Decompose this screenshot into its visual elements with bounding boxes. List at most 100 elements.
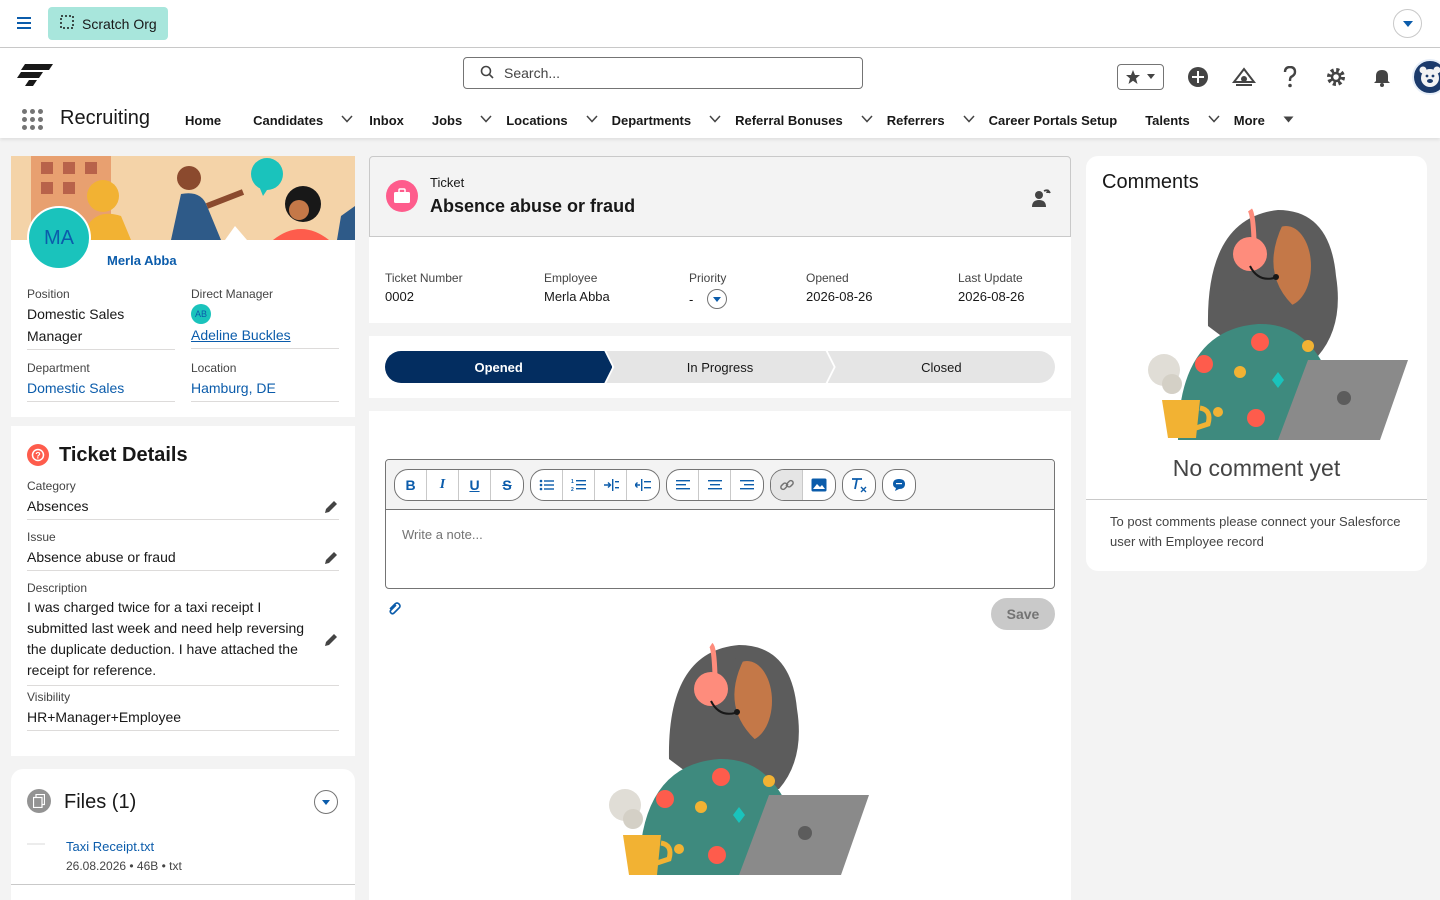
assign-user-icon[interactable] (1030, 187, 1052, 214)
priority-dropdown-button[interactable] (707, 289, 728, 309)
align-center-icon[interactable] (699, 469, 731, 500)
path-step-label: Opened (474, 359, 523, 375)
image-icon[interactable] (803, 470, 835, 500)
ticket-field-text: 2026-08-26 (958, 289, 1025, 304)
menu-icon[interactable] (16, 14, 34, 32)
nav-item-label: More (1233, 112, 1265, 128)
underline-icon[interactable]: U (459, 469, 491, 500)
align-right-icon[interactable] (731, 470, 763, 500)
department-link[interactable]: Domestic Sales (27, 377, 175, 402)
no-comments-illustration (1148, 206, 1410, 445)
location-link[interactable]: Hamburg, DE (191, 377, 339, 402)
nav-items: Home Candidates Inbox Jobs Locations Departme… (185, 102, 1297, 138)
clear-formatting-icon[interactable] (843, 470, 875, 500)
chevron-down-icon[interactable] (339, 114, 355, 126)
chevron-down-icon[interactable] (859, 114, 875, 126)
manager-avatar: AB (191, 304, 211, 324)
attach-icon[interactable] (387, 601, 401, 620)
svg-text:1: 1 (571, 479, 574, 485)
bold-icon[interactable]: B (395, 469, 427, 500)
org-dropdown-button[interactable] (1393, 9, 1422, 38)
chevron-down-icon[interactable] (584, 114, 600, 126)
path-step-in-progress[interactable]: In Progress (606, 351, 833, 383)
files-menu-button[interactable] (314, 790, 338, 814)
manager-link[interactable]: Adeline Buckles (191, 327, 291, 343)
note-input[interactable]: Write a note... (386, 510, 1054, 559)
chevron-down-icon[interactable] (1281, 114, 1297, 126)
chevron-down-icon[interactable] (961, 114, 977, 126)
link-icon[interactable] (771, 469, 803, 500)
app-logo (17, 62, 55, 91)
list-group: 12 (530, 468, 660, 501)
chevron-down-icon[interactable] (707, 114, 723, 126)
nav-item-label: Career Portals Setup (988, 112, 1118, 128)
nav-item-inbox[interactable]: Inbox (369, 113, 404, 128)
nav-item-label: Talents (1145, 112, 1190, 128)
ticket-field-label: Ticket Number (385, 271, 463, 285)
nav-item-label: Inbox (369, 112, 404, 128)
bell-icon[interactable] (1370, 65, 1394, 89)
help-icon[interactable] (1278, 65, 1302, 89)
nav-item-referrers[interactable]: Referrers (887, 113, 977, 128)
description-label: Description (27, 581, 88, 595)
chevron-down-icon[interactable] (1206, 114, 1222, 126)
employee-name-link[interactable]: Merla Abba (107, 253, 177, 268)
italic-icon[interactable]: I (427, 469, 459, 500)
numbered-list-icon[interactable]: 12 (563, 469, 595, 500)
nav-item-talents[interactable]: Talents (1145, 113, 1222, 128)
global-search-input[interactable]: Search... (463, 57, 863, 89)
save-button[interactable]: Save (991, 598, 1055, 630)
note-section: B I U S 12 Write a note... Save (369, 411, 1071, 900)
user-avatar[interactable] (1412, 59, 1440, 95)
clear-group (842, 468, 876, 501)
nav-item-label: Candidates (253, 112, 324, 128)
nav-item-locations[interactable]: Locations (506, 113, 599, 128)
indent-icon[interactable] (595, 469, 627, 500)
department-label: Department (27, 361, 90, 375)
path-step-closed[interactable]: Closed (827, 351, 1055, 383)
outdent-icon[interactable] (627, 470, 659, 500)
trailhead-icon[interactable] (1232, 65, 1256, 89)
ticket-header: Ticket Absence abuse or fraud (369, 156, 1071, 237)
status-path-card: Opened In Progress Closed (369, 336, 1071, 398)
quick-text-icon[interactable] (883, 470, 915, 500)
strikethrough-icon[interactable]: S (491, 470, 523, 500)
ticket-title: Absence abuse or fraud (430, 196, 636, 216)
file-name-link[interactable]: Taxi Receipt.txt (66, 839, 154, 854)
nav-item-home[interactable]: Home (185, 113, 221, 128)
no-comments-title: No comment yet (1172, 455, 1341, 481)
nav-item-candidates[interactable]: Candidates (253, 113, 355, 128)
header-actions (1117, 59, 1440, 95)
edit-category-pencil-icon[interactable] (323, 499, 339, 515)
scratch-org-label: Scratch Org (82, 15, 157, 32)
rich-text-editor: B I U S 12 Write a note... (385, 459, 1055, 589)
insert-group (770, 468, 836, 501)
path-step-label: Closed (921, 359, 962, 375)
nav-item-departments[interactable]: Departments (612, 113, 723, 128)
nav-item-jobs[interactable]: Jobs (432, 113, 494, 128)
nav-item-career-portals-setup[interactable]: Career Portals Setup (989, 113, 1118, 128)
svg-text:2: 2 (571, 487, 574, 492)
edit-description-pencil-icon[interactable] (323, 632, 339, 648)
align-group (666, 468, 764, 501)
chevron-down-icon (1147, 74, 1156, 79)
path-step-opened[interactable]: Opened (385, 351, 612, 383)
scratch-org-button[interactable]: Scratch Org (48, 7, 168, 40)
ticket-field-text: 2026-08-26 (806, 289, 873, 304)
chevron-down-icon[interactable] (478, 114, 494, 126)
align-left-icon[interactable] (667, 469, 699, 500)
favorites-button[interactable] (1117, 64, 1164, 90)
nav-item-referral-bonuses[interactable]: Referral Bonuses (735, 113, 875, 128)
ticket-type-label: Ticket (430, 175, 465, 190)
visibility-label: Visibility (27, 690, 71, 704)
nav-item-label: Locations (506, 112, 568, 128)
nav-item-more[interactable]: More (1234, 113, 1297, 128)
add-icon[interactable] (1186, 65, 1210, 89)
nav-item-label: Referral Bonuses (735, 112, 843, 128)
edit-issue-pencil-icon[interactable] (323, 550, 339, 566)
format-group: B I U S (394, 468, 524, 501)
gear-icon[interactable] (1324, 65, 1348, 89)
search-icon (480, 65, 494, 82)
bulleted-list-icon[interactable] (531, 469, 563, 500)
app-launcher-icon[interactable] (22, 109, 43, 130)
